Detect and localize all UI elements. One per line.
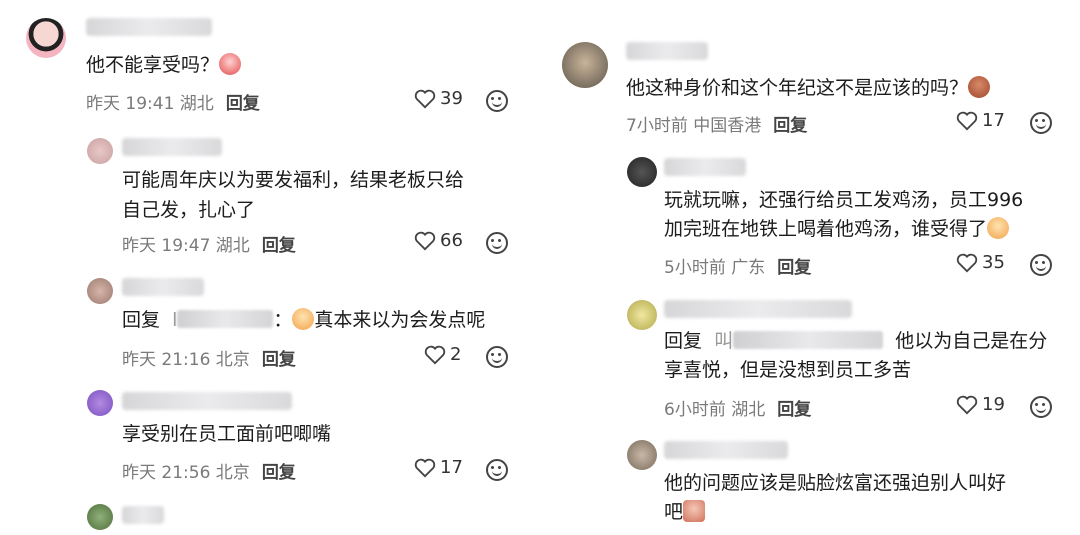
smile-icon[interactable] bbox=[486, 346, 508, 368]
reply-button[interactable]: 回复 bbox=[262, 236, 296, 256]
smile-icon[interactable] bbox=[486, 232, 508, 254]
comment-text: 回复 l：真本来以为会发点呢 bbox=[122, 308, 486, 331]
like-count: 17 bbox=[982, 110, 1005, 131]
like-count: 35 bbox=[982, 252, 1005, 273]
avatar[interactable] bbox=[87, 138, 113, 164]
heart-outline-icon bbox=[956, 253, 978, 272]
like-button[interactable]: 35 bbox=[956, 252, 1005, 273]
comment-meta: 6小时前 湖北 回复 bbox=[664, 400, 812, 420]
avatar[interactable] bbox=[627, 157, 657, 187]
like-count: 19 bbox=[982, 394, 1005, 415]
heart-outline-icon bbox=[414, 458, 436, 477]
smile-icon[interactable] bbox=[1030, 396, 1052, 418]
like-button[interactable]: 19 bbox=[956, 394, 1005, 415]
avatar[interactable] bbox=[627, 440, 657, 470]
like-button[interactable]: 2 bbox=[424, 344, 461, 365]
mentioned-user[interactable]: 叫 bbox=[714, 330, 884, 352]
smile-icon[interactable] bbox=[1030, 112, 1052, 134]
comment-text: 他的问题应该是贴脸炫富还强迫别人叫好 bbox=[664, 472, 1007, 494]
heart-outline-icon bbox=[956, 395, 978, 414]
comment-text: 他不能享受吗？ bbox=[86, 50, 242, 81]
reply-button[interactable]: 回复 bbox=[777, 258, 811, 278]
crying-emoji-icon bbox=[292, 308, 315, 330]
username-blurred[interactable] bbox=[664, 158, 746, 176]
like-button[interactable]: 17 bbox=[414, 457, 463, 478]
username-blurred[interactable] bbox=[86, 18, 212, 36]
heart-outline-icon bbox=[956, 111, 978, 130]
smile-icon[interactable] bbox=[486, 90, 508, 112]
comment-meta: 昨天 21:56 北京 回复 bbox=[122, 463, 296, 483]
comment-text: 吧 bbox=[664, 497, 706, 528]
avatar[interactable] bbox=[87, 390, 113, 416]
avatar[interactable] bbox=[26, 18, 66, 58]
reply-button[interactable]: 回复 bbox=[773, 116, 807, 136]
reply-button[interactable]: 回复 bbox=[226, 94, 260, 114]
avatar[interactable] bbox=[562, 42, 608, 88]
comment-text: 玩就玩嘛，还强行给员工发鸡汤，员工996 bbox=[664, 189, 1024, 211]
heart-outline-icon bbox=[424, 345, 446, 364]
comment-meta: 昨天 19:41 湖北 回复 bbox=[86, 94, 260, 114]
reply-button[interactable]: 回复 bbox=[777, 400, 811, 420]
avatar[interactable] bbox=[627, 300, 657, 330]
reply-button[interactable]: 回复 bbox=[262, 350, 296, 370]
comment-meta: 昨天 21:16 北京 回复 bbox=[122, 350, 296, 370]
reply-button[interactable]: 回复 bbox=[262, 463, 296, 483]
comment-text: 享喜悦，但是没想到员工多苦 bbox=[664, 359, 912, 381]
like-button[interactable]: 66 bbox=[414, 230, 463, 251]
smile-icon[interactable] bbox=[1030, 254, 1052, 276]
scared-emoji-icon bbox=[219, 53, 242, 75]
comment-meta: 5小时前 广东 回复 bbox=[664, 258, 812, 278]
avatar[interactable] bbox=[87, 278, 113, 304]
comment-text: 自己发，扎心了 bbox=[122, 199, 256, 221]
mentioned-user[interactable]: l bbox=[172, 309, 274, 331]
like-count: 2 bbox=[450, 344, 462, 365]
username-blurred[interactable] bbox=[664, 300, 852, 318]
comment-meta: 7小时前 中国香港 回复 bbox=[626, 116, 808, 136]
heart-outline-icon bbox=[414, 231, 436, 250]
pouting-emoji-icon bbox=[968, 76, 991, 98]
username-blurred[interactable] bbox=[122, 138, 222, 156]
like-count: 17 bbox=[440, 457, 463, 478]
like-button[interactable]: 17 bbox=[956, 110, 1005, 131]
comment-text: 可能周年庆以为要发福利，结果老板只给 bbox=[122, 169, 465, 191]
heart-outline-icon bbox=[414, 89, 436, 108]
username-blurred[interactable] bbox=[664, 441, 788, 459]
crying-emoji-icon bbox=[987, 217, 1010, 239]
avatar[interactable] bbox=[87, 504, 113, 530]
comment-text: 他这种身价和这个年纪这不是应该的吗？ bbox=[626, 73, 991, 104]
comment-text: 回复 叫 他以为自己是在分 bbox=[664, 330, 1048, 352]
smile-icon[interactable] bbox=[486, 459, 508, 481]
comment-text: 享受别在员工面前吧唧嘴 bbox=[122, 423, 332, 445]
like-count: 66 bbox=[440, 230, 463, 251]
like-count: 39 bbox=[440, 88, 463, 109]
comment-meta: 昨天 19:47 湖北 回复 bbox=[122, 236, 296, 256]
like-button[interactable]: 39 bbox=[414, 88, 463, 109]
username-blurred[interactable] bbox=[122, 506, 164, 524]
comment-text: 加完班在地铁上喝着他鸡汤，谁受得了 bbox=[664, 214, 1010, 245]
username-blurred[interactable] bbox=[122, 278, 204, 296]
username-blurred[interactable] bbox=[626, 42, 708, 60]
sticker-emoji-icon bbox=[683, 500, 706, 522]
username-blurred[interactable] bbox=[122, 392, 292, 410]
